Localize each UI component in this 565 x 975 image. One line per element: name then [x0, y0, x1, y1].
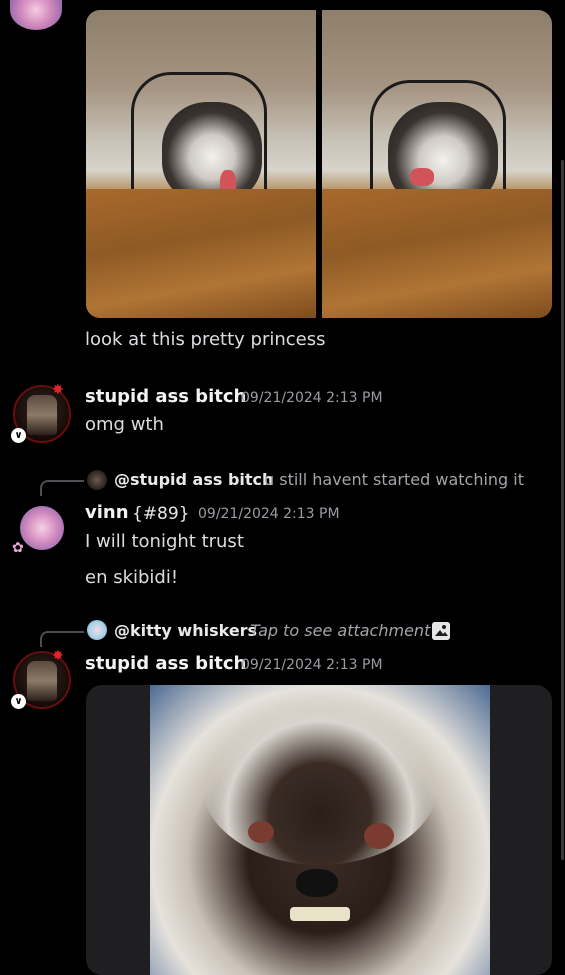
- attachment-image-2[interactable]: [322, 10, 552, 318]
- dog-head-shape: [162, 102, 262, 202]
- scrollbar[interactable]: [561, 160, 564, 860]
- reply-author[interactable]: @kitty whiskers: [114, 621, 257, 640]
- reply-preview[interactable]: u still havent started watching it: [264, 470, 524, 489]
- reply-avatar: [87, 620, 107, 640]
- image-icon: [432, 622, 450, 640]
- dog-eye-left: [248, 821, 274, 843]
- avatar-vinn[interactable]: [20, 506, 64, 550]
- timestamp: 09/21/2024 2:13 PM: [241, 390, 383, 406]
- author-name[interactable]: stupid ass bitch: [85, 653, 246, 674]
- dog-photo: [150, 685, 490, 975]
- table-shape: [86, 188, 316, 318]
- timestamp: 09/21/2024 2:13 PM: [198, 506, 340, 522]
- reply-preview[interactable]: Tap to see attachment: [250, 621, 430, 640]
- reply-author[interactable]: @stupid ass bitch: [114, 470, 273, 489]
- dog-fur-shape: [200, 695, 440, 865]
- attachment-image-3[interactable]: [86, 685, 552, 975]
- dog-eye-right: [364, 823, 394, 849]
- timestamp: 09/21/2024 2:13 PM: [241, 657, 383, 673]
- message-text: en skibidi!: [85, 567, 179, 588]
- user-tag: {#89}: [132, 504, 190, 524]
- reply-connector: [40, 631, 84, 647]
- avatar-badge: ∨: [11, 428, 26, 443]
- avatar-top-partial[interactable]: [10, 0, 62, 30]
- author-name[interactable]: stupid ass bitch: [85, 386, 246, 407]
- message-text: omg wth: [85, 414, 164, 435]
- heart-icon: ✸: [52, 648, 64, 664]
- avatar-figure: [27, 661, 57, 701]
- attachment-image-1[interactable]: [86, 10, 316, 318]
- avatar-badge: ∨: [11, 694, 26, 709]
- heart-icon: ✿: [12, 540, 24, 556]
- dog-tongue-shape: [410, 168, 434, 186]
- author-name[interactable]: vinn: [85, 502, 129, 523]
- reply-avatar: [87, 470, 107, 490]
- dog-nose: [296, 869, 338, 897]
- avatar-figure: [27, 395, 57, 435]
- message-text: look at this pretty princess: [85, 329, 326, 350]
- table-shape: [322, 188, 552, 318]
- reply-connector: [40, 480, 84, 496]
- heart-icon: ✸: [52, 382, 64, 398]
- dog-teeth: [290, 907, 350, 921]
- message-text: I will tonight trust: [85, 531, 244, 552]
